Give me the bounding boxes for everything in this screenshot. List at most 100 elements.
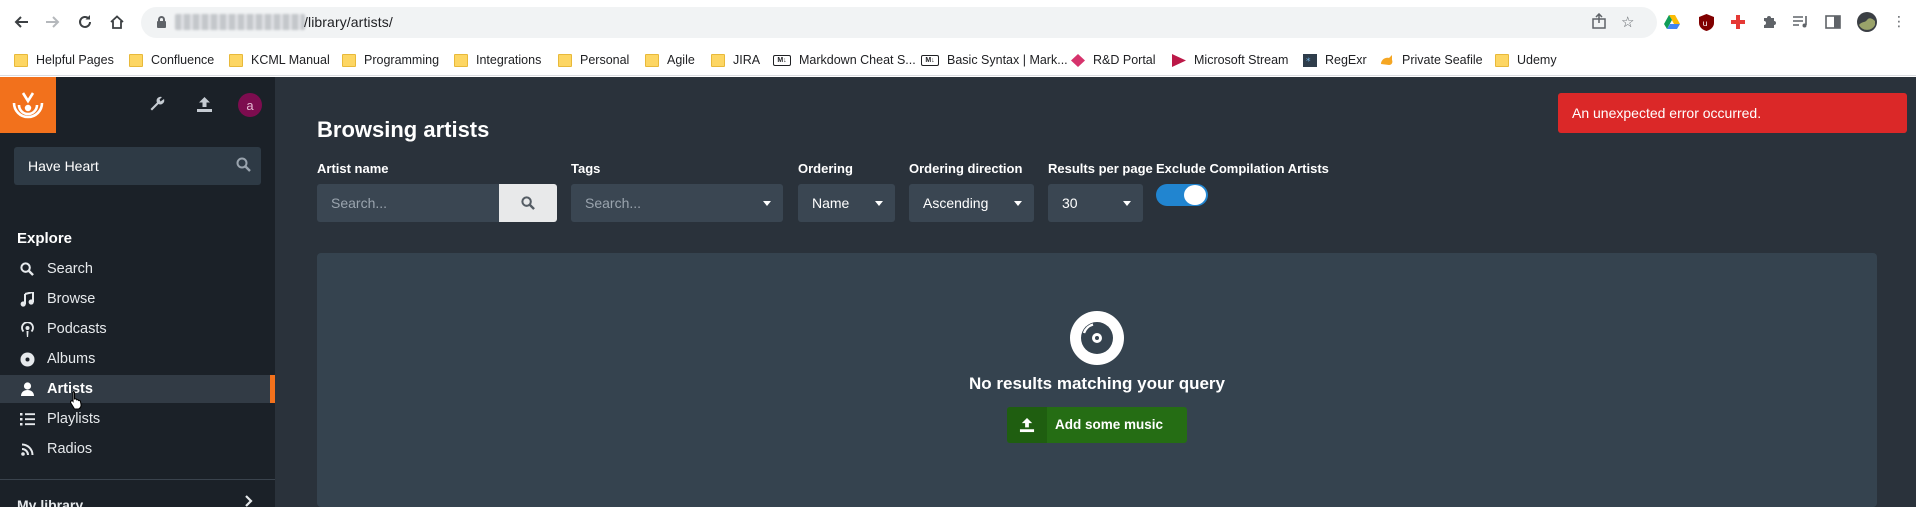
- bookmark-integrations[interactable]: Integrations: [454, 50, 541, 70]
- upload-icon[interactable]: [192, 92, 216, 116]
- artist-name-label: Artist name: [317, 161, 389, 176]
- bookmark-personal[interactable]: Personal: [558, 50, 629, 70]
- upload-icon: [1007, 407, 1047, 443]
- folder-icon: [342, 53, 356, 67]
- page-title: Browsing artists: [317, 117, 490, 142]
- url-host-redacted: [175, 14, 305, 30]
- sidebar-item-radios[interactable]: Radios: [0, 435, 275, 463]
- artist-search-button[interactable]: [499, 184, 557, 222]
- bookmark-microsoft-stream[interactable]: Microsoft Stream: [1172, 50, 1288, 70]
- results-per-page-value: 30: [1062, 195, 1078, 211]
- exclude-compilation-toggle[interactable]: [1156, 184, 1208, 206]
- ordering-value: Name: [812, 195, 850, 211]
- svg-text:*: *: [1306, 57, 1311, 67]
- media-queue-icon[interactable]: [1792, 13, 1810, 31]
- folder-icon: [14, 53, 28, 67]
- chevron-right-icon[interactable]: [244, 495, 253, 507]
- caret-down-icon: [763, 201, 771, 206]
- bookmark-markdown-cheat-sheet[interactable]: M↓ Markdown Cheat S...: [773, 50, 916, 70]
- explore-heading: Explore: [17, 230, 73, 247]
- reload-icon[interactable]: [73, 10, 97, 34]
- regexr-icon: *: [1303, 53, 1317, 67]
- caret-down-icon: [1123, 201, 1131, 206]
- results-per-page-label: Results per page: [1048, 161, 1153, 176]
- bookmark-programming[interactable]: Programming: [342, 50, 439, 70]
- bookmark-helpful-pages[interactable]: Helpful Pages: [14, 50, 114, 70]
- wrench-icon[interactable]: [145, 92, 169, 116]
- bookmark-jira[interactable]: JIRA: [711, 50, 760, 70]
- ordering-direction-value: Ascending: [923, 195, 989, 211]
- sidebar-item-search[interactable]: Search: [0, 255, 275, 283]
- disc-icon: [1070, 311, 1124, 365]
- podcast-icon: [18, 320, 36, 338]
- sidebar-divider: [0, 479, 275, 480]
- bookmark-private-seafile[interactable]: Private Seafile: [1380, 50, 1483, 70]
- lock-icon: [157, 16, 166, 28]
- app-window: a Have Heart Explore Search Browse Podca…: [0, 77, 1916, 507]
- profile-avatar-icon[interactable]: [1857, 12, 1877, 32]
- sidebar-search-input[interactable]: Have Heart: [14, 147, 261, 185]
- markdown-icon: M↓: [773, 54, 791, 66]
- home-icon[interactable]: [105, 10, 129, 34]
- user-icon: [18, 380, 36, 398]
- address-bar[interactable]: /library/artists/ ☆: [141, 7, 1657, 38]
- sidebar-item-playlists[interactable]: Playlists: [0, 405, 275, 433]
- rss-icon: [18, 440, 36, 458]
- folder-icon: [558, 53, 572, 67]
- logo-icon: [12, 92, 44, 119]
- artist-name-placeholder: Search...: [331, 195, 388, 211]
- browser-menu-icon[interactable]: ⋮: [1890, 13, 1908, 31]
- artist-name-input[interactable]: Search...: [317, 184, 500, 222]
- ordering-direction-select[interactable]: Ascending: [909, 184, 1034, 222]
- error-toast-message: An unexpected error occurred.: [1572, 105, 1762, 121]
- search-icon: [521, 196, 535, 210]
- extensions-puzzle-icon[interactable]: [1760, 13, 1778, 31]
- bookmark-rd-portal[interactable]: R&D Portal: [1071, 50, 1156, 70]
- google-drive-icon[interactable]: [1663, 13, 1681, 31]
- error-toast[interactable]: An unexpected error occurred.: [1558, 93, 1907, 133]
- mouse-pointer-icon: [69, 390, 83, 415]
- markdown-icon: M↓: [921, 54, 939, 66]
- search-icon: [18, 260, 36, 278]
- sidebar-item-albums[interactable]: Albums: [0, 345, 275, 373]
- bookmark-agile[interactable]: Agile: [645, 50, 695, 70]
- sidebar-item-podcasts[interactable]: Podcasts: [0, 315, 275, 343]
- search-icon[interactable]: [236, 157, 251, 177]
- empty-state-message: No results matching your query: [969, 374, 1225, 393]
- ordering-select[interactable]: Name: [798, 184, 895, 222]
- side-panel-icon[interactable]: [1824, 13, 1842, 31]
- share-icon[interactable]: [1591, 12, 1607, 33]
- sidebar-search-value: Have Heart: [28, 158, 99, 174]
- ublock-icon[interactable]: u: [1697, 13, 1715, 31]
- bookmarks-bar: Helpful Pages Confluence KCML Manual Pro…: [0, 44, 1916, 76]
- bookmark-basic-syntax[interactable]: M↓ Basic Syntax | Mark...: [921, 50, 1068, 70]
- stream-icon: [1172, 53, 1186, 67]
- list-icon: [18, 410, 36, 428]
- forward-icon[interactable]: [41, 10, 65, 34]
- tags-select[interactable]: Search...: [571, 184, 783, 222]
- sidebar-item-browse[interactable]: Browse: [0, 285, 275, 313]
- folder-icon: [1495, 53, 1509, 67]
- folder-icon: [229, 53, 243, 67]
- sidebar-item-artists[interactable]: Artists: [0, 375, 275, 403]
- star-icon[interactable]: ☆: [1621, 13, 1634, 31]
- bookmark-regexr[interactable]: * RegExr: [1303, 50, 1367, 70]
- exclude-compilation-label: Exclude Compilation Artists: [1156, 161, 1329, 176]
- results-per-page-select[interactable]: 30: [1048, 184, 1143, 222]
- my-library-heading[interactable]: My library: [17, 497, 83, 507]
- results-panel: No results matching your query Add some …: [317, 253, 1877, 507]
- app-logo[interactable]: [0, 77, 56, 133]
- user-avatar[interactable]: a: [238, 93, 262, 117]
- bookmark-kcml-manual[interactable]: KCML Manual: [229, 50, 330, 70]
- tags-label: Tags: [571, 161, 601, 176]
- album-icon: [18, 350, 36, 368]
- browser-toolbar: /library/artists/ ☆ u ⋮: [0, 0, 1916, 44]
- back-icon[interactable]: [9, 10, 33, 34]
- add-some-music-button[interactable]: Add some music: [1007, 407, 1187, 443]
- red-cross-icon[interactable]: [1729, 13, 1747, 31]
- sidebar: a Have Heart Explore Search Browse Podca…: [0, 77, 275, 507]
- tags-placeholder: Search...: [585, 195, 642, 211]
- caret-down-icon: [1014, 201, 1022, 206]
- bookmark-confluence[interactable]: Confluence: [129, 50, 214, 70]
- bookmark-udemy[interactable]: Udemy: [1495, 50, 1557, 70]
